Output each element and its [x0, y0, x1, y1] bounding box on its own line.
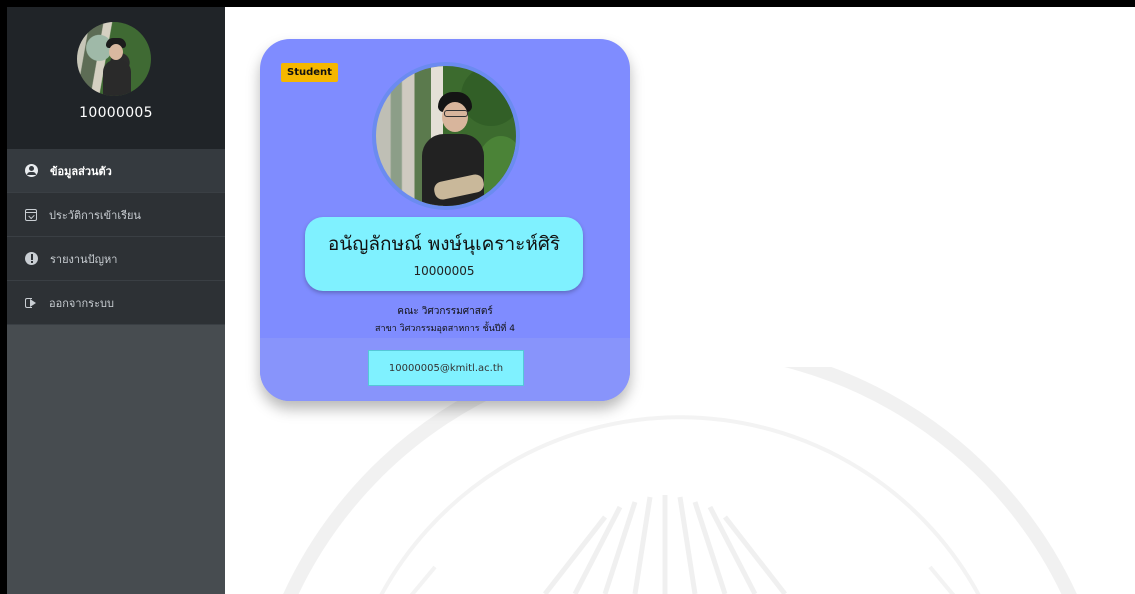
faculty-text: คณะ วิศวกรรมศาสตร์: [397, 306, 493, 317]
sidebar-item-label: รายงานปัญหา: [50, 252, 118, 266]
sidebar-item-profile[interactable]: ข้อมูลส่วนตัว: [7, 149, 225, 193]
sidebar: 10000005 ข้อมูลส่วนตัว ประวัติการเข้าเรี…: [7, 7, 225, 594]
university-seal-watermark: [283, 367, 1077, 594]
sidebar-item-label: ออกจากระบบ: [49, 296, 114, 310]
sidebar-item-logout[interactable]: ออกจากระบบ: [7, 281, 225, 325]
student-id: 10000005: [413, 264, 475, 278]
role-badge: Student: [281, 63, 338, 82]
exclamation-circle-icon: [25, 252, 38, 265]
sidebar-item-label: ประวัติการเข้าเรียน: [49, 208, 141, 222]
email-text: 10000005@kmitl.ac.th: [388, 362, 504, 374]
sidebar-menu: ข้อมูลส่วนตัว ประวัติการเข้าเรียน รายงาน…: [7, 149, 225, 325]
sidebar-profile: 10000005: [7, 7, 225, 149]
user-circle-icon: [25, 164, 38, 177]
sidebar-user-id: 10000005: [79, 105, 153, 121]
main-content: Student อนัญลักษณ์ พงษ์นุเคราะห์ศิริ 100…: [225, 7, 1135, 594]
profile-photo: [372, 62, 520, 210]
sign-out-icon: [25, 297, 37, 308]
student-name: อนัญลักษณ์ พงษ์นุเคราะห์ศิริ: [327, 233, 561, 255]
avatar: [77, 22, 151, 96]
email-field: 10000005@kmitl.ac.th: [368, 350, 524, 386]
sidebar-item-attendance[interactable]: ประวัติการเข้าเรียน: [7, 193, 225, 237]
calendar-check-icon: [25, 208, 37, 221]
name-panel: อนัญลักษณ์ พงษ์นุเคราะห์ศิริ 10000005: [305, 217, 583, 291]
app-frame: 10000005 ข้อมูลส่วนตัว ประวัติการเข้าเรี…: [7, 7, 1135, 594]
student-id-card: Student อนัญลักษณ์ พงษ์นุเคราะห์ศิริ 100…: [260, 39, 630, 401]
sidebar-item-report[interactable]: รายงานปัญหา: [7, 237, 225, 281]
major-text: สาขา วิศวกรรมอุตสาหการ ชั้นปีที่ 4: [375, 324, 515, 334]
sidebar-item-label: ข้อมูลส่วนตัว: [50, 164, 112, 178]
